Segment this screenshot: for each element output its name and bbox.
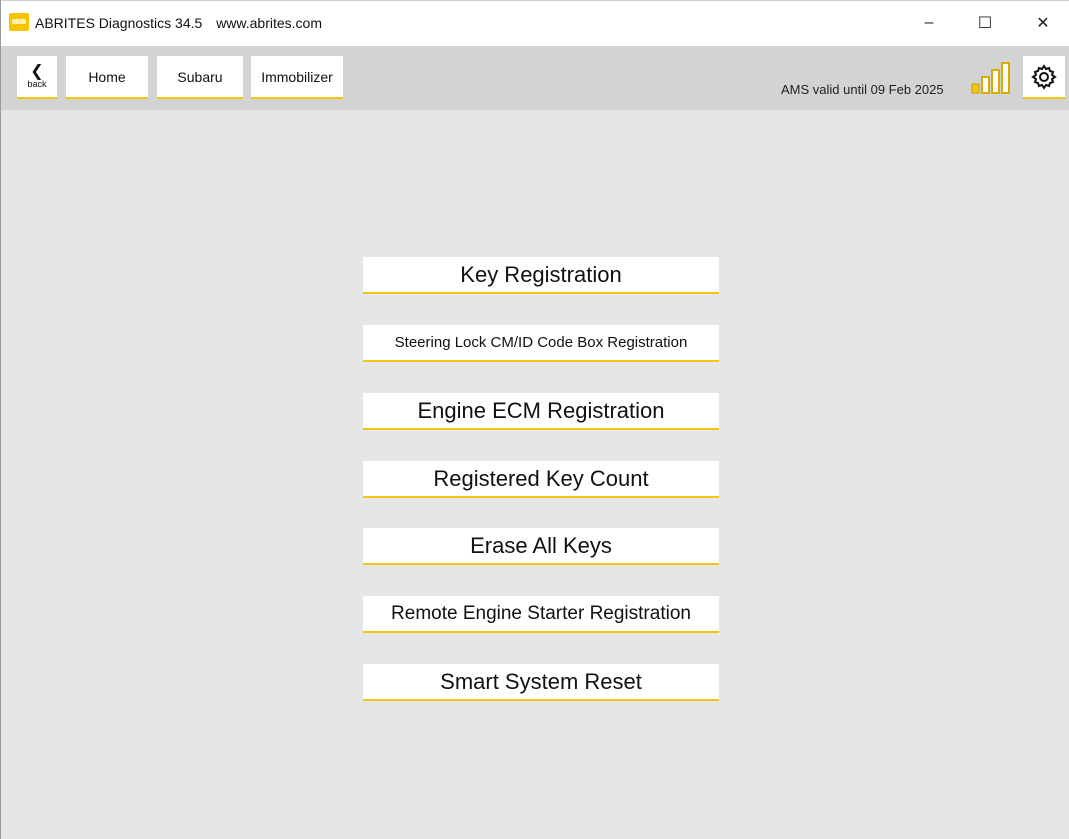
minimize-button[interactable]: – [906,8,952,38]
window-title: ABRITES Diagnostics 34.5 www.abrites.com [35,15,322,31]
back-button[interactable]: ❮ back [17,56,57,99]
back-label: back [27,78,47,89]
toolbar: ❮ back Home Subaru Immobilizer [1,46,1069,110]
ams-status: AMS valid until 09 Feb 2025 [781,82,944,97]
close-button[interactable]: ✕ [1020,8,1066,38]
gear-icon [1031,63,1057,90]
abrites-logo-icon [9,13,29,31]
key-registration-button[interactable]: Key Registration [363,257,719,294]
app-window: ABRITES Diagnostics 34.5 www.abrites.com… [0,0,1069,839]
chevron-left-icon: ❮ [30,62,44,80]
breadcrumb-home[interactable]: Home [66,56,148,99]
app-url: www.abrites.com [216,15,322,31]
smart-system-reset-button[interactable]: Smart System Reset [363,664,719,701]
breadcrumb-subaru[interactable]: Subaru [157,56,243,99]
signal-strength-icon [971,62,1010,94]
maximize-button[interactable]: ☐ [962,8,1008,38]
breadcrumb-immobilizer[interactable]: Immobilizer [251,56,343,99]
steering-lock-registration-button[interactable]: Steering Lock CM/ID Code Box Registratio… [363,325,719,362]
settings-button[interactable] [1023,56,1065,99]
app-name: ABRITES Diagnostics 34.5 [35,15,203,31]
erase-all-keys-button[interactable]: Erase All Keys [363,528,719,565]
remote-engine-starter-registration-button[interactable]: Remote Engine Starter Registration [363,596,719,633]
engine-ecm-registration-button[interactable]: Engine ECM Registration [363,393,719,430]
registered-key-count-button[interactable]: Registered Key Count [363,461,719,498]
